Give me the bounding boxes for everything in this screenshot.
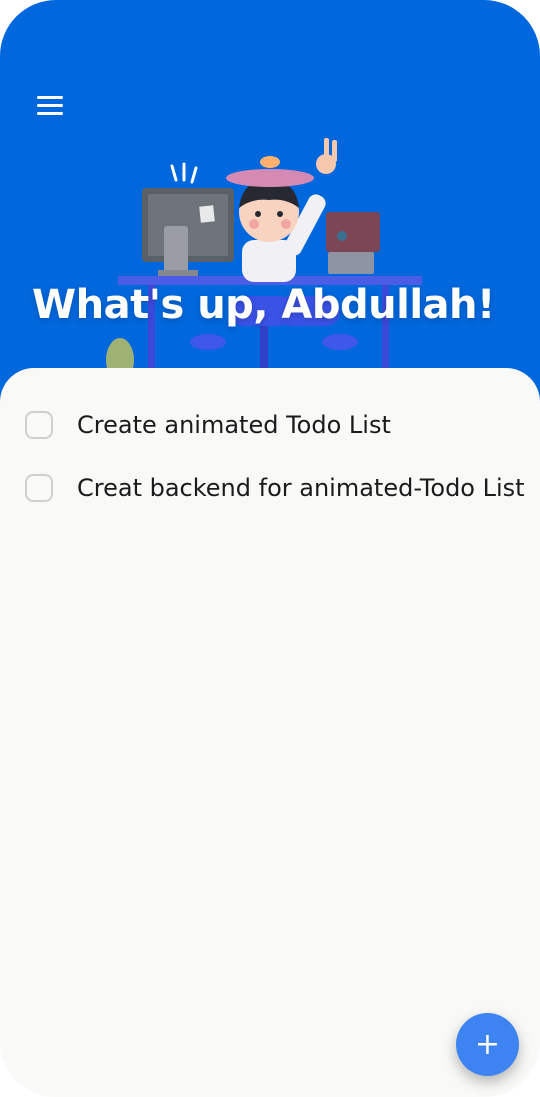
add-todo-button[interactable]: + [456, 1013, 519, 1076]
todo-text: Creat backend for animated-Todo List [77, 474, 525, 502]
todo-item[interactable]: Creat backend for animated-Todo List [0, 457, 540, 520]
plus-icon: + [474, 1027, 501, 1062]
todo-checkbox[interactable] [25, 474, 53, 502]
todo-list: Create animated Todo List Creat backend … [0, 394, 540, 520]
app-screen: What's up, Abdullah! Create animated Tod… [0, 0, 540, 1097]
todo-sheet: Create animated Todo List Creat backend … [0, 368, 540, 1097]
todo-item[interactable]: Create animated Todo List [0, 394, 540, 457]
todo-text: Create animated Todo List [77, 411, 391, 439]
header: What's up, Abdullah! [0, 0, 540, 410]
menu-button[interactable] [30, 86, 70, 124]
greeting-title: What's up, Abdullah! [32, 282, 495, 328]
person-at-desk-illustration [106, 138, 422, 378]
todo-checkbox[interactable] [25, 411, 53, 439]
